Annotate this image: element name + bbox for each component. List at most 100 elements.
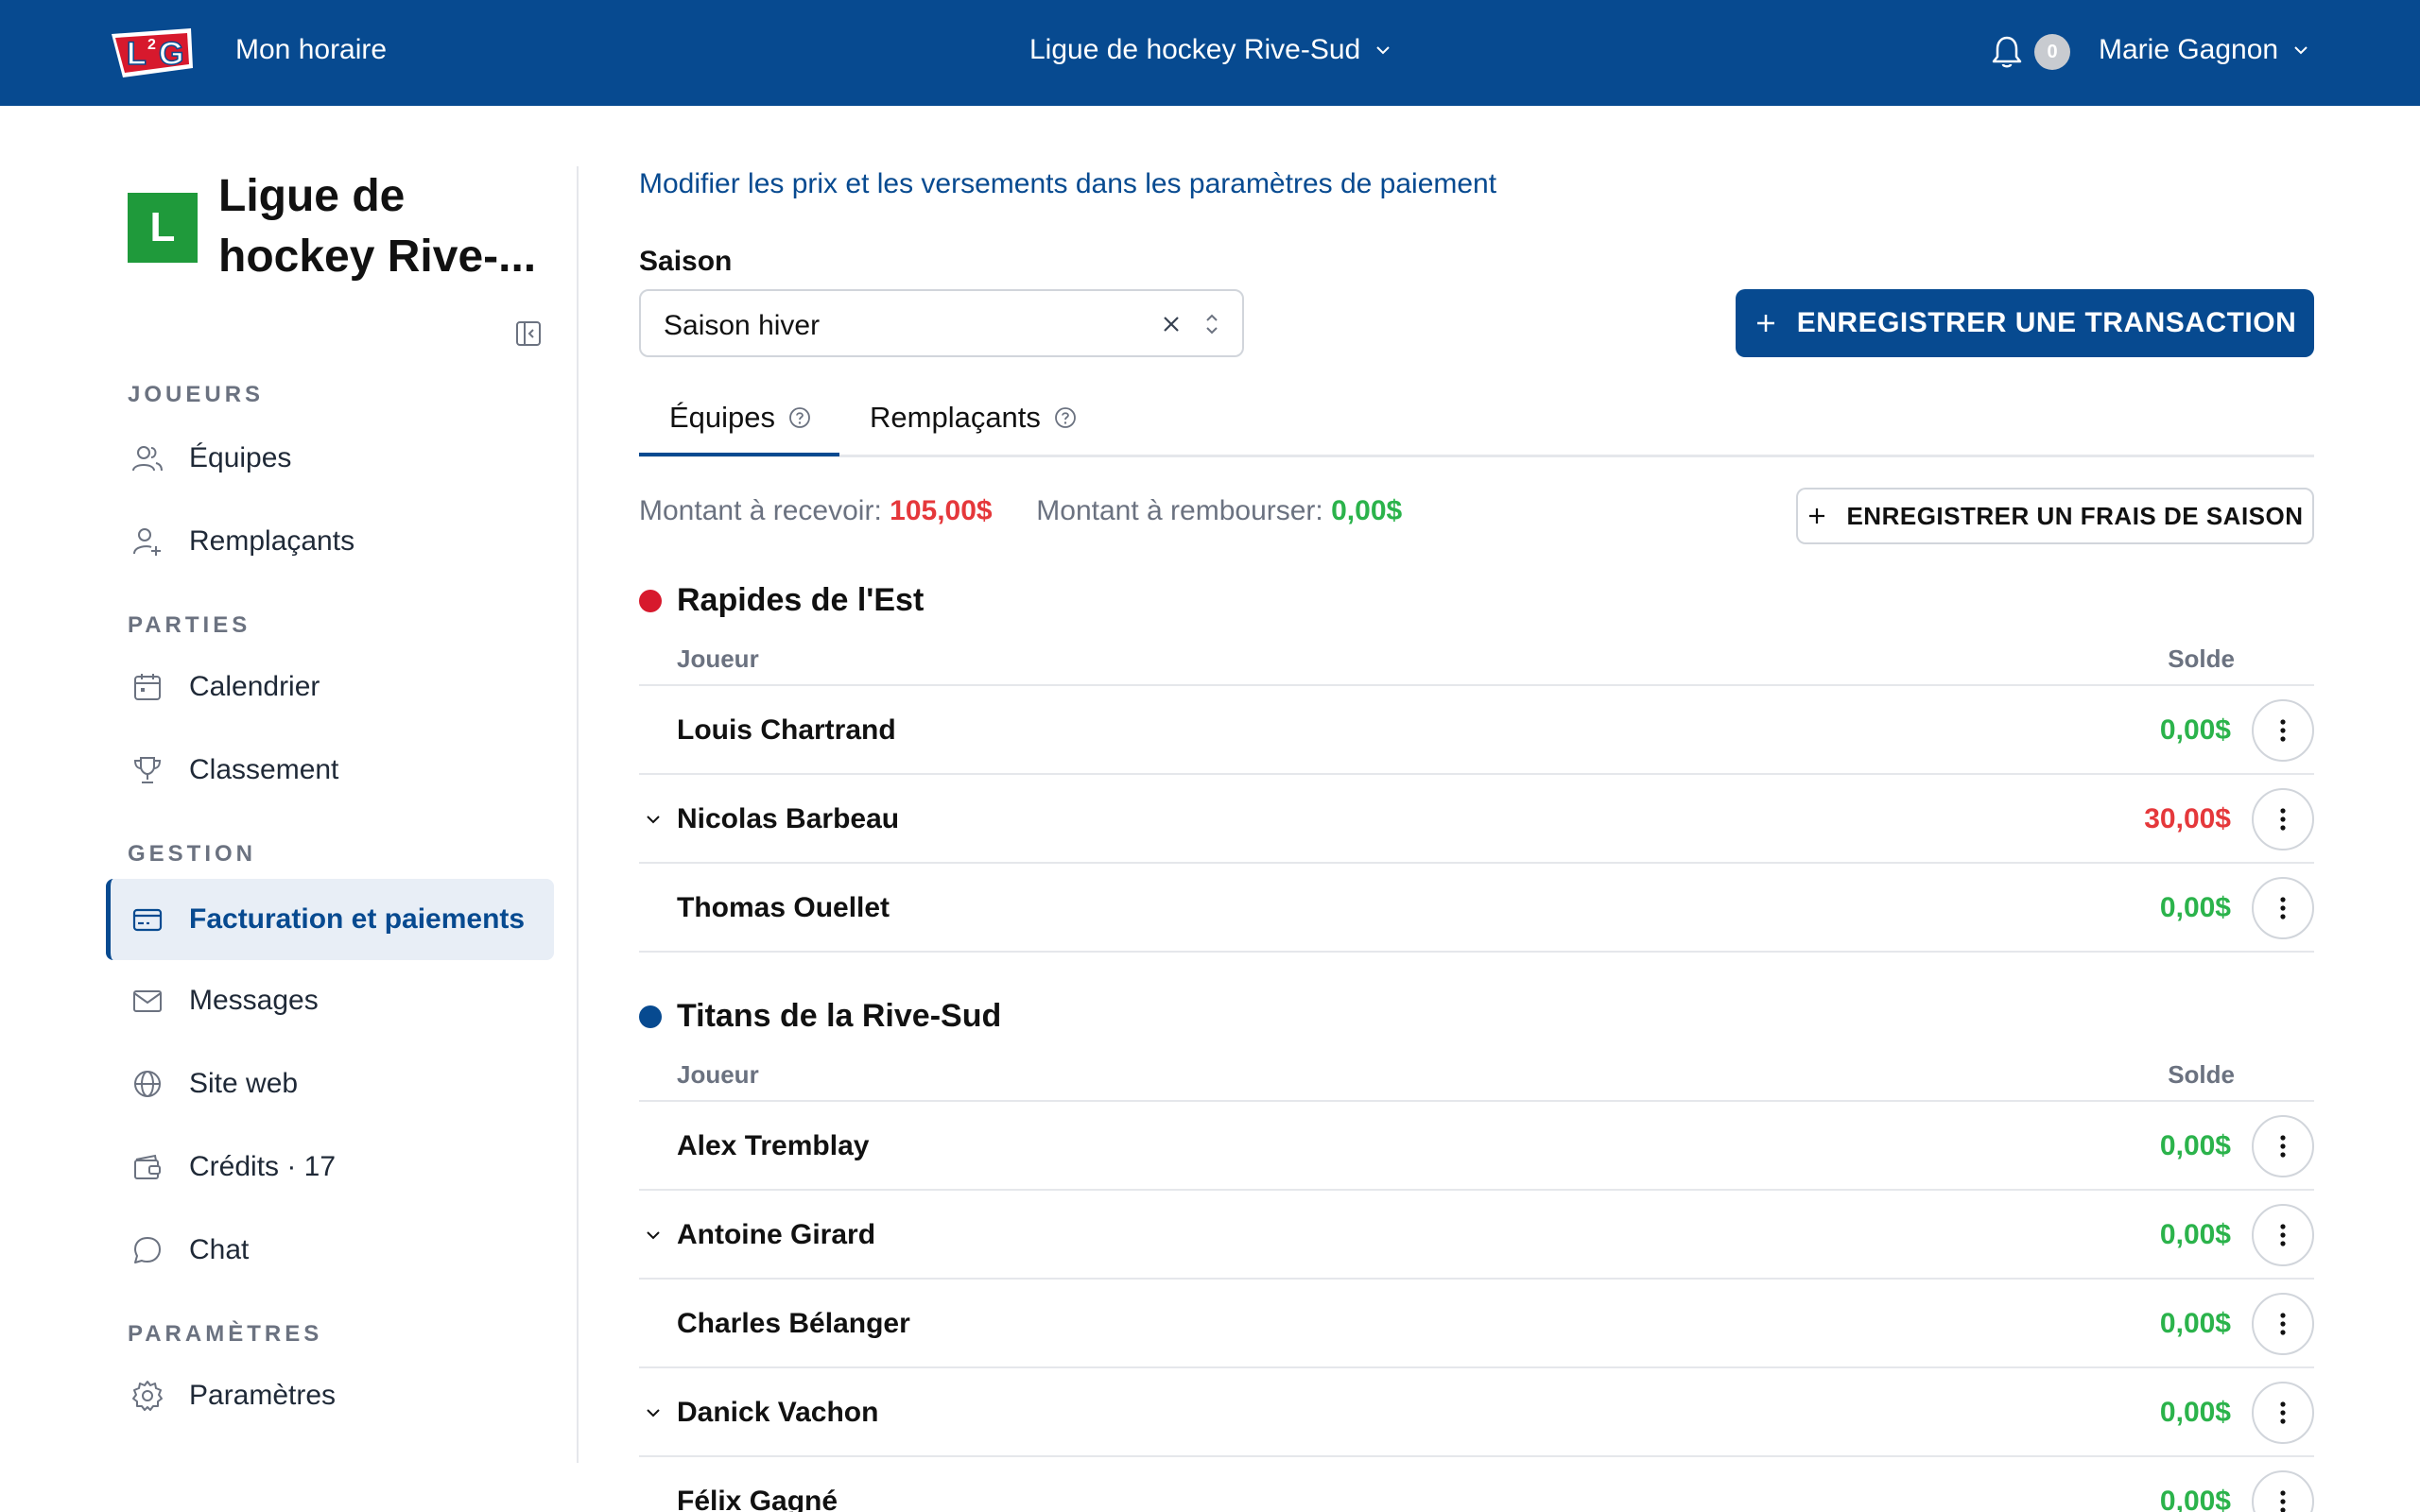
player-name: Nicolas Barbeau xyxy=(677,803,900,834)
more-vertical-icon xyxy=(2280,1135,2286,1158)
plus-icon xyxy=(1756,315,1774,332)
table-row: Félix Gagné 0,00$ xyxy=(639,1457,2314,1512)
sidebar-item-teams[interactable]: Équipes xyxy=(106,418,554,499)
tabs: Équipes Remplaçants xyxy=(639,389,2314,457)
player-name: Danick Vachon xyxy=(677,1397,879,1428)
tab-substitutes[interactable]: Remplaçants xyxy=(870,401,1077,435)
more-vertical-icon xyxy=(2280,808,2286,831)
team-name: Rapides de l'Est xyxy=(677,582,925,618)
row-actions-button[interactable] xyxy=(2252,1115,2314,1177)
more-vertical-icon xyxy=(2280,1224,2286,1246)
app-logo[interactable]: L 2 G xyxy=(106,21,197,83)
team-header: Rapides de l'Est xyxy=(639,582,924,619)
sidebar-item-calendar[interactable]: Calendrier xyxy=(106,646,554,728)
payment-settings-link[interactable]: Modifier les prix et les versements dans… xyxy=(639,168,1496,200)
sidebar-item-substitutes[interactable]: Remplaçants xyxy=(106,501,554,582)
record-season-fee-button[interactable]: ENREGISTRER UN FRAIS DE SAISON xyxy=(1796,488,2314,544)
sidebar-item-label: Chat xyxy=(189,1234,250,1265)
wallet-icon xyxy=(134,1154,161,1179)
amount-refund-value: 0,00$ xyxy=(1331,495,1403,526)
sidebar-divider xyxy=(577,166,579,1463)
org-avatar: L xyxy=(128,193,198,263)
player-balance: 0,00$ xyxy=(2159,1486,2231,1512)
chevron-down-icon xyxy=(2294,46,2308,55)
row-actions-button[interactable] xyxy=(2252,1382,2314,1444)
more-vertical-icon xyxy=(2280,897,2286,919)
my-schedule-link[interactable]: Mon horaire xyxy=(235,34,387,66)
sidebar-item-label: Site web xyxy=(189,1068,299,1099)
record-season-fee-label: ENREGISTRER UN FRAIS DE SAISON xyxy=(1846,501,2304,530)
help-circle-icon[interactable] xyxy=(1054,406,1077,429)
sidebar-collapse-icon[interactable] xyxy=(514,319,543,348)
record-transaction-label: ENREGISTRER UNE TRANSACTION xyxy=(1796,307,2297,338)
sidebar-item-label: Équipes xyxy=(189,442,292,473)
chevron-down-icon[interactable] xyxy=(643,1225,664,1246)
sidebar-item-website[interactable]: Site web xyxy=(106,1043,554,1125)
user-name: Marie Gagnon xyxy=(2099,34,2279,65)
table-row: Alex Tremblay 0,00$ xyxy=(639,1102,2314,1191)
chat-bubble-icon xyxy=(134,1237,161,1263)
org-name: Ligue de hockey Rive-... xyxy=(218,171,537,282)
chevron-down-icon[interactable] xyxy=(643,1402,664,1423)
row-actions-button[interactable] xyxy=(2252,1293,2314,1355)
svg-text:L: L xyxy=(127,36,147,72)
player-name: Charles Bélanger xyxy=(677,1308,910,1339)
sidebar-item-chat[interactable]: Chat xyxy=(106,1210,554,1291)
player-name: Louis Chartrand xyxy=(677,714,896,746)
amount-receive-label: Montant à recevoir: xyxy=(639,495,882,526)
league-selector-label: Ligue de hockey Rive-Sud xyxy=(1029,34,1361,65)
tab-teams[interactable]: Équipes xyxy=(669,401,811,435)
player-name: Alex Tremblay xyxy=(677,1130,870,1161)
team-header: Titans de la Rive-Sud xyxy=(639,998,1001,1035)
tab-label: Équipes xyxy=(669,401,776,434)
row-actions-button[interactable] xyxy=(2252,699,2314,762)
row-actions-button[interactable] xyxy=(2252,1470,2314,1512)
column-header-balance: Solde xyxy=(2168,644,2235,673)
sidebar-item-standings[interactable]: Classement xyxy=(106,730,554,811)
user-plus-icon xyxy=(133,528,161,556)
calendar-icon xyxy=(134,674,161,700)
credit-card-icon xyxy=(132,908,163,932)
record-transaction-button[interactable]: ENREGISTRER UNE TRANSACTION xyxy=(1736,289,2314,357)
league-selector[interactable]: Ligue de hockey Rive-Sud xyxy=(1029,34,1392,66)
player-balance: 0,00$ xyxy=(2159,1219,2231,1250)
svg-text:G: G xyxy=(159,36,183,72)
main-content: Modifier les prix et les versements dans… xyxy=(639,106,2314,1512)
sidebar-item-messages[interactable]: Messages xyxy=(106,960,554,1041)
more-vertical-icon xyxy=(2280,1490,2286,1512)
amounts-summary: Montant à recevoir: 105,00$ Montant à re… xyxy=(639,495,1402,527)
bell-icon[interactable] xyxy=(1991,34,2023,70)
user-menu[interactable]: Marie Gagnon xyxy=(2099,34,2310,66)
help-circle-icon[interactable] xyxy=(788,406,811,429)
more-vertical-icon xyxy=(2280,1313,2286,1335)
sidebar-item-label: Classement xyxy=(189,754,339,785)
sidebar-item-credits[interactable]: Crédits · 17 xyxy=(106,1126,554,1208)
chevron-down-icon[interactable] xyxy=(643,809,664,830)
close-icon[interactable] xyxy=(1157,310,1185,338)
row-actions-button[interactable] xyxy=(2252,877,2314,939)
sidebar-item-label: Remplaçants xyxy=(189,525,355,557)
sidebar-item-settings[interactable]: Paramètres xyxy=(106,1355,554,1436)
column-header-player: Joueur xyxy=(677,1060,759,1089)
gear-icon xyxy=(132,1381,163,1411)
row-actions-button[interactable] xyxy=(2252,788,2314,850)
team-color-dot xyxy=(639,1005,662,1028)
table-header: Joueur Solde xyxy=(639,633,2314,686)
tab-label: Remplaçants xyxy=(870,401,1041,434)
more-vertical-icon xyxy=(2280,719,2286,742)
player-name: Thomas Ouellet xyxy=(677,892,890,923)
player-balance: 0,00$ xyxy=(2159,714,2231,746)
section-title-settings: PARAMÈTRES xyxy=(128,1321,323,1347)
sidebar-item-label: Calendrier xyxy=(189,671,320,702)
player-balance: 30,00$ xyxy=(2144,803,2231,834)
row-actions-button[interactable] xyxy=(2252,1204,2314,1266)
sidebar-item-billing[interactable]: Facturation et paiements xyxy=(106,879,554,960)
player-name: Antoine Girard xyxy=(677,1219,876,1250)
users-icon xyxy=(132,446,163,472)
season-select[interactable]: Saison hiver xyxy=(639,289,1244,357)
amount-refund-label: Montant à rembourser: xyxy=(1036,495,1323,526)
amount-receive-value: 105,00$ xyxy=(890,495,993,526)
season-label: Saison xyxy=(639,246,733,277)
active-tab-indicator xyxy=(639,453,839,456)
table-row: Nicolas Barbeau 30,00$ xyxy=(639,775,2314,864)
